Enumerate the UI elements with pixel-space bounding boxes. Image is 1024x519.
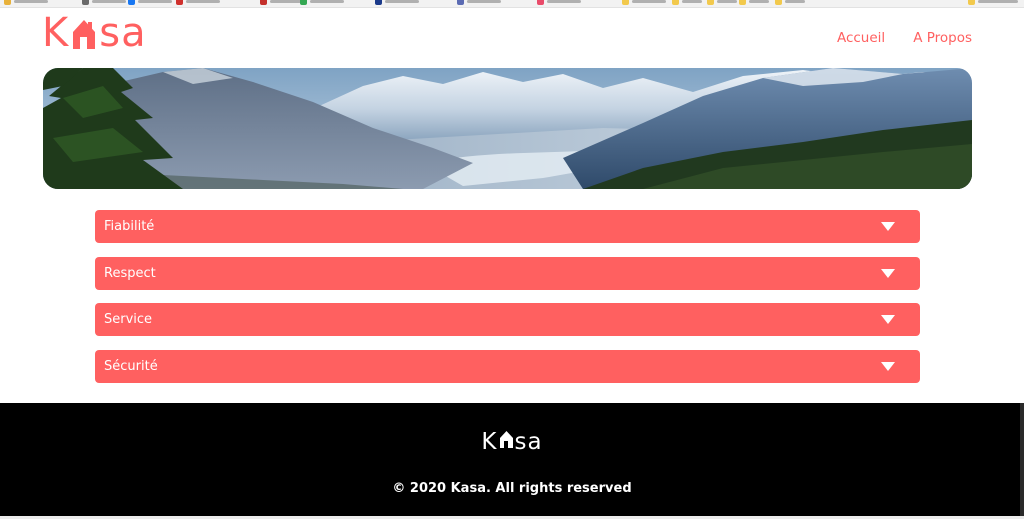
bookmark-item[interactable]	[260, 0, 304, 6]
logo-letter-k: K	[42, 10, 70, 56]
chevron-down-icon[interactable]	[881, 222, 895, 231]
bookmark-item[interactable]	[775, 0, 805, 6]
footer-logo-letters-sa: sa	[514, 429, 543, 455]
accordion-item-respect[interactable]: Respect	[95, 256, 920, 290]
footer-logo-letter-k: K	[481, 429, 498, 455]
copyright-text: © 2020 Kasa. All rights reserved	[392, 481, 632, 496]
bookmark-item[interactable]	[128, 0, 172, 6]
accordion-item-securite[interactable]: Sécurité	[95, 349, 920, 383]
bookmark-item[interactable]	[672, 0, 702, 6]
scrollbar-edge	[1020, 403, 1024, 516]
bookmark-item[interactable]	[176, 0, 220, 6]
chevron-down-icon[interactable]	[881, 315, 895, 324]
bookmark-item[interactable]	[457, 0, 501, 6]
bookmark-item[interactable]	[300, 0, 344, 6]
accordion-item-service[interactable]: Service	[95, 303, 920, 336]
accordion-label: Sécurité	[104, 358, 158, 374]
chevron-down-icon[interactable]	[881, 268, 895, 278]
bookmark-item[interactable]	[4, 0, 48, 6]
house-icon	[71, 16, 97, 50]
site-footer: Ksa © 2020 Kasa. All rights reserved	[0, 403, 1024, 516]
nav-link-a-propos[interactable]: A Propos	[913, 30, 972, 46]
bookmark-item[interactable]	[82, 0, 126, 6]
bookmark-item[interactable]	[537, 0, 581, 6]
footer-logo: Ksa	[0, 429, 1024, 455]
hero-banner-image	[43, 68, 972, 189]
house-icon	[499, 429, 514, 448]
values-accordion: Fiabilité Respect Service Sécurité	[95, 210, 920, 396]
bookmark-item[interactable]	[968, 0, 1018, 6]
browser-bookmarks-bar	[0, 0, 1024, 8]
kasa-logo[interactable]: K sa	[42, 11, 147, 55]
main-nav: Accueil A Propos	[837, 30, 972, 46]
accordion-label: Fiabilité	[104, 219, 155, 234]
bookmark-item[interactable]	[707, 0, 737, 6]
chevron-down-icon[interactable]	[881, 361, 895, 371]
accordion-label: Respect	[104, 265, 156, 281]
logo-letters-sa: sa	[99, 10, 147, 56]
accordion-item-fiabilite[interactable]: Fiabilité	[95, 210, 920, 243]
bookmark-item[interactable]	[622, 0, 666, 6]
accordion-label: Service	[104, 312, 153, 327]
bookmark-item[interactable]	[375, 0, 419, 6]
bookmark-item[interactable]	[739, 0, 769, 6]
nav-link-accueil[interactable]: Accueil	[837, 30, 885, 46]
